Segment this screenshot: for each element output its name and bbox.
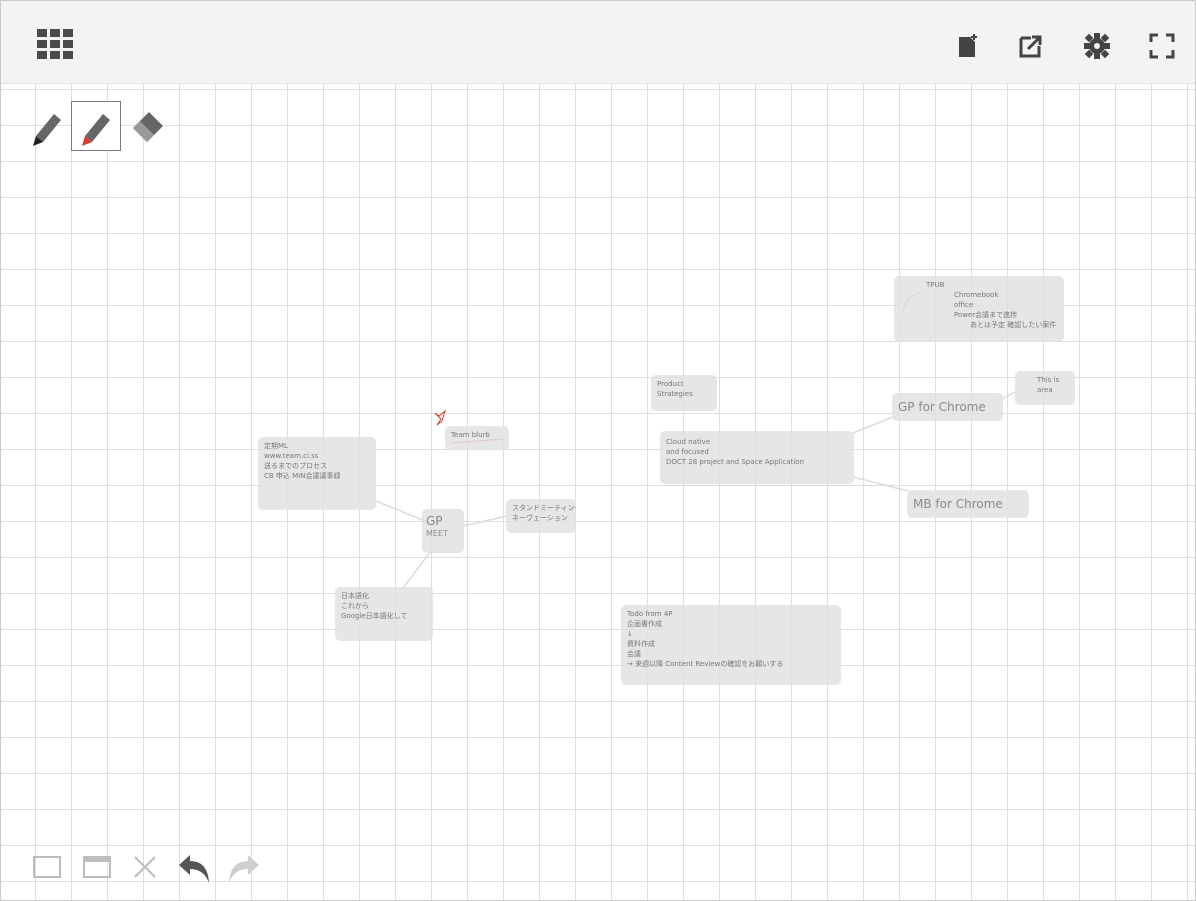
pencil-red-icon[interactable] (71, 101, 121, 151)
redo-icon[interactable] (223, 847, 263, 887)
note-line: 資料作成 (627, 640, 655, 648)
note-card[interactable]: Cloud native and focused DOCT 28 project… (660, 431, 854, 484)
note-line: Team blurb (451, 431, 490, 439)
note-line: → 来週以降 Content Reviewの確認をお願いする (627, 660, 784, 668)
note-card[interactable]: MB for Chrome (907, 490, 1029, 518)
fullscreen-icon[interactable] (1147, 31, 1177, 61)
grid-menu-icon[interactable] (35, 27, 75, 61)
note-line: MEET (426, 529, 448, 538)
eraser-icon[interactable] (127, 101, 169, 151)
note-line: 企画書作成 (627, 620, 662, 628)
note-line: 定期ML (264, 442, 288, 450)
note-line: 日本語化 (341, 592, 369, 600)
note-card[interactable]: GP for Chrome (892, 393, 1003, 421)
note-line: Chromebook (954, 291, 999, 299)
new-page-icon[interactable] (953, 31, 983, 61)
note-line: スタンドミーティング (512, 504, 576, 512)
export-icon[interactable] (1016, 31, 1046, 61)
note-line: ネーヴェーション (512, 514, 568, 522)
note-line: Todo from 4P (627, 610, 673, 618)
note-card[interactable]: GP MEET (422, 509, 464, 553)
note-line: CB 申込 MIN会議議事録 (264, 472, 341, 480)
pen-toolbar (27, 101, 172, 153)
note-line: Product (657, 380, 684, 388)
note-line: www.team.ci.ss (264, 452, 319, 460)
note-line: Cloud native (666, 438, 711, 446)
note-line: TPUB (926, 281, 945, 289)
note-line: GP for Chrome (898, 400, 986, 414)
close-icon[interactable] (127, 849, 163, 885)
top-toolbar (1, 1, 1195, 84)
pencil-black-icon[interactable] (27, 101, 67, 151)
note-line: あとは予定 確認したい案件 (970, 321, 1057, 329)
note-card[interactable]: TPUB Chromebook office Power会議まで進捗 あとは予定… (894, 276, 1064, 342)
whiteboard-window: 定期ML www.team.ci.ss 送るまでのプロセス CB 申込 MIN会… (0, 0, 1196, 901)
window-icon[interactable] (79, 849, 115, 885)
note-card[interactable]: Product Strategies (651, 375, 717, 411)
bottom-toolbar (29, 847, 269, 887)
note-line: GP (426, 514, 443, 528)
settings-icon[interactable] (1082, 31, 1112, 61)
note-card[interactable]: Team blurb (445, 426, 509, 450)
note-line: 送るまでのプロセス (264, 462, 327, 470)
note-line: Strategies (657, 390, 693, 398)
note-card[interactable]: 日本語化 これから Google日本語化して (335, 587, 433, 641)
note-line: Google日本語化して (341, 612, 408, 620)
note-line: MB for Chrome (913, 497, 1003, 511)
note-card[interactable]: 定期ML www.team.ci.ss 送るまでのプロセス CB 申込 MIN会… (258, 437, 376, 510)
note-line: Power会議まで進捗 (954, 311, 1018, 319)
note-card[interactable]: Todo from 4P 企画書作成 ↓ 資料作成 会議 → 来週以降 Cont… (621, 605, 841, 685)
note-line: and focused (666, 448, 709, 456)
note-card[interactable]: スタンドミーティング ネーヴェーション (506, 499, 576, 533)
note-line: これから (341, 602, 369, 610)
note-line: This is (1037, 376, 1060, 384)
note-card[interactable]: This is area (1015, 371, 1075, 405)
note-line: 会議 (627, 650, 641, 658)
note-line: ↓ (627, 630, 633, 638)
note-line: DOCT 28 project and Space Application (666, 458, 805, 466)
note-line: area (1037, 386, 1053, 394)
undo-icon[interactable] (175, 847, 215, 887)
notes-layer: 定期ML www.team.ci.ss 送るまでのプロセス CB 申込 MIN会… (1, 1, 1195, 900)
square-icon[interactable] (29, 849, 65, 885)
note-line: office (954, 301, 974, 309)
